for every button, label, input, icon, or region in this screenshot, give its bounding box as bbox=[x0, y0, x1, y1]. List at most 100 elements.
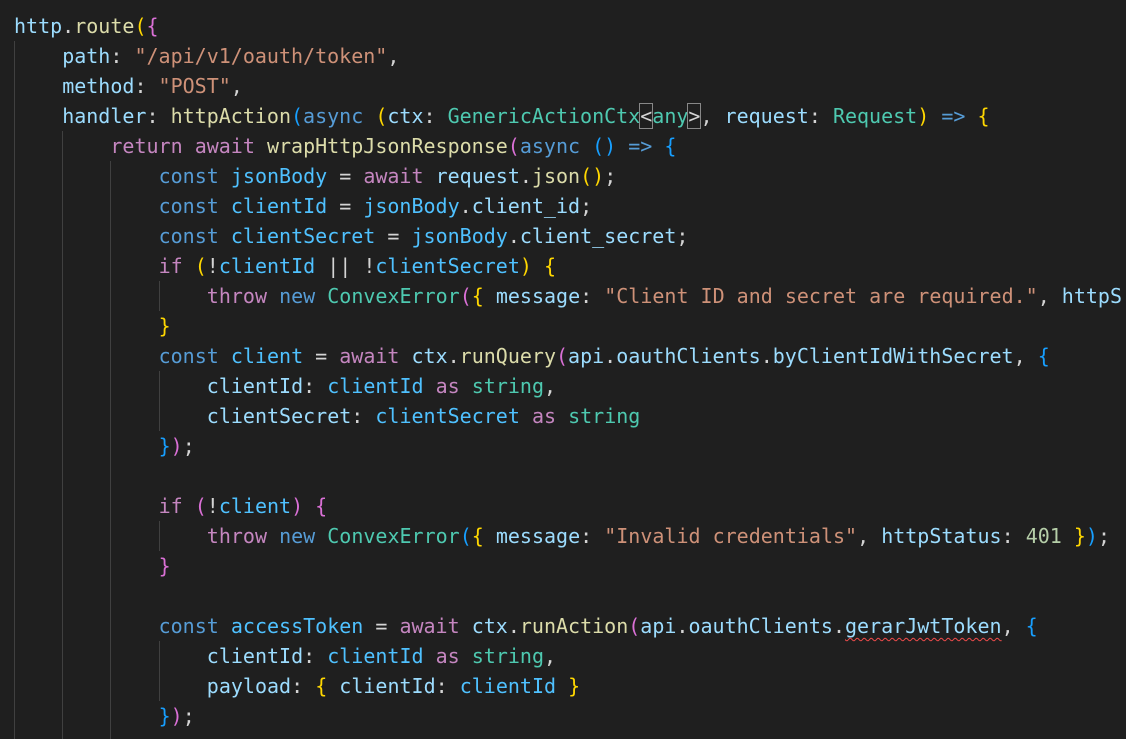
code-line[interactable]: const accessToken = await ctx.runAction(… bbox=[159, 611, 1038, 641]
code-line[interactable]: clientId: clientId as string, bbox=[207, 371, 556, 401]
code-line[interactable]: payload: { clientId: clientId } bbox=[207, 671, 580, 701]
code-token: ; bbox=[604, 164, 617, 188]
code-line[interactable]: } bbox=[159, 311, 171, 341]
code-token: clientSecret bbox=[375, 404, 520, 428]
code-token: jsonBody bbox=[363, 194, 460, 218]
code-line[interactable]: const jsonBody = await request.json(); bbox=[159, 161, 617, 191]
indent-guide bbox=[158, 521, 160, 551]
code-token: = bbox=[375, 224, 412, 248]
code-token: { bbox=[543, 254, 557, 278]
code-token: await bbox=[363, 164, 424, 188]
code-token: . bbox=[447, 344, 460, 368]
code-editor[interactable]: http.route({path: "/api/v1/oauth/token",… bbox=[0, 0, 1126, 739]
code-token: ; bbox=[1097, 524, 1111, 548]
code-token: await bbox=[399, 614, 460, 638]
code-token: . bbox=[832, 614, 846, 638]
code-token: wrapHttpJsonResponse bbox=[266, 134, 508, 158]
indent-guide bbox=[158, 281, 160, 311]
code-token: : bbox=[146, 104, 171, 128]
code-token: const bbox=[158, 614, 219, 638]
code-token: } bbox=[158, 704, 171, 728]
code-token: ! bbox=[206, 494, 219, 518]
code-line[interactable]: handler: httpAction(async (ctx: GenericA… bbox=[62, 101, 990, 131]
code-token: , bbox=[230, 74, 243, 98]
code-line[interactable]: throw new ConvexError({ message: "Invali… bbox=[207, 521, 1110, 551]
code-token: { bbox=[664, 134, 677, 158]
code-line[interactable]: const clientSecret = jsonBody.client_sec… bbox=[159, 221, 689, 251]
code-token: { bbox=[1037, 344, 1050, 368]
code-line[interactable]: throw new ConvexError({ message: "Client… bbox=[207, 281, 1122, 311]
code-line[interactable]: if (!client) { bbox=[159, 491, 328, 521]
code-token: : bbox=[580, 524, 605, 548]
code-token: . bbox=[507, 224, 520, 248]
indent-guide bbox=[110, 161, 112, 739]
code-token: , bbox=[543, 644, 557, 668]
code-line[interactable]: path: "/api/v1/oauth/token", bbox=[62, 41, 399, 71]
code-token: async bbox=[519, 134, 581, 158]
code-token: new bbox=[279, 284, 316, 308]
code-token: string bbox=[471, 644, 544, 668]
code-token: , bbox=[1001, 614, 1026, 638]
code-token: => bbox=[941, 104, 966, 128]
code-token: ) bbox=[1085, 524, 1098, 548]
code-token: ( bbox=[507, 134, 520, 158]
code-token: , bbox=[857, 524, 882, 548]
code-token: ) bbox=[917, 104, 930, 128]
code-token: ( bbox=[459, 284, 472, 308]
code-token: } bbox=[158, 434, 171, 458]
code-token: : bbox=[1001, 524, 1026, 548]
code-token: ! bbox=[206, 254, 219, 278]
code-token: api bbox=[568, 344, 605, 368]
code-line[interactable]: }); bbox=[159, 701, 195, 731]
code-token: const bbox=[158, 164, 219, 188]
code-token: = bbox=[363, 614, 400, 638]
code-line[interactable]: }); bbox=[159, 431, 195, 461]
code-token: : bbox=[110, 44, 135, 68]
code-token: : bbox=[808, 104, 833, 128]
code-token: if bbox=[158, 254, 183, 278]
code-token: clientId bbox=[339, 674, 436, 698]
code-token: client_secret bbox=[519, 224, 677, 248]
code-token: } bbox=[158, 314, 171, 338]
code-token: : bbox=[134, 74, 159, 98]
code-token: httpStatus bbox=[881, 524, 1002, 548]
code-line[interactable]: } bbox=[159, 551, 171, 581]
code-line[interactable]: const client = await ctx.runQuery(api.oa… bbox=[159, 341, 1050, 371]
code-line[interactable]: if (!clientId || !clientSecret) { bbox=[159, 251, 556, 281]
code-token: . bbox=[507, 614, 520, 638]
code-token: ctx bbox=[387, 104, 424, 128]
code-line[interactable]: clientSecret: clientSecret as string bbox=[207, 401, 641, 431]
code-line[interactable]: http.route({ bbox=[14, 11, 159, 41]
code-token: return bbox=[110, 134, 183, 158]
code-token: ( bbox=[194, 254, 207, 278]
code-line[interactable]: return await wrapHttpJsonResponse(async … bbox=[110, 131, 676, 161]
code-token: clientId bbox=[206, 644, 304, 668]
code-line[interactable]: method: "POST", bbox=[62, 71, 243, 101]
code-token: clientId bbox=[230, 194, 328, 218]
code-line[interactable]: const clientId = jsonBody.client_id; bbox=[159, 191, 593, 221]
code-token: => bbox=[628, 134, 653, 158]
code-token: any bbox=[652, 104, 689, 128]
code-token: request bbox=[435, 164, 520, 188]
code-token: { bbox=[315, 494, 328, 518]
code-token: clientId bbox=[206, 374, 304, 398]
code-line[interactable]: clientId: clientId as string, bbox=[207, 641, 556, 671]
code-token: as bbox=[435, 374, 460, 398]
code-token: } bbox=[568, 674, 581, 698]
code-token: ; bbox=[182, 704, 195, 728]
code-token: } bbox=[1073, 524, 1086, 548]
code-token: { bbox=[146, 14, 159, 38]
code-token: message bbox=[495, 524, 581, 548]
